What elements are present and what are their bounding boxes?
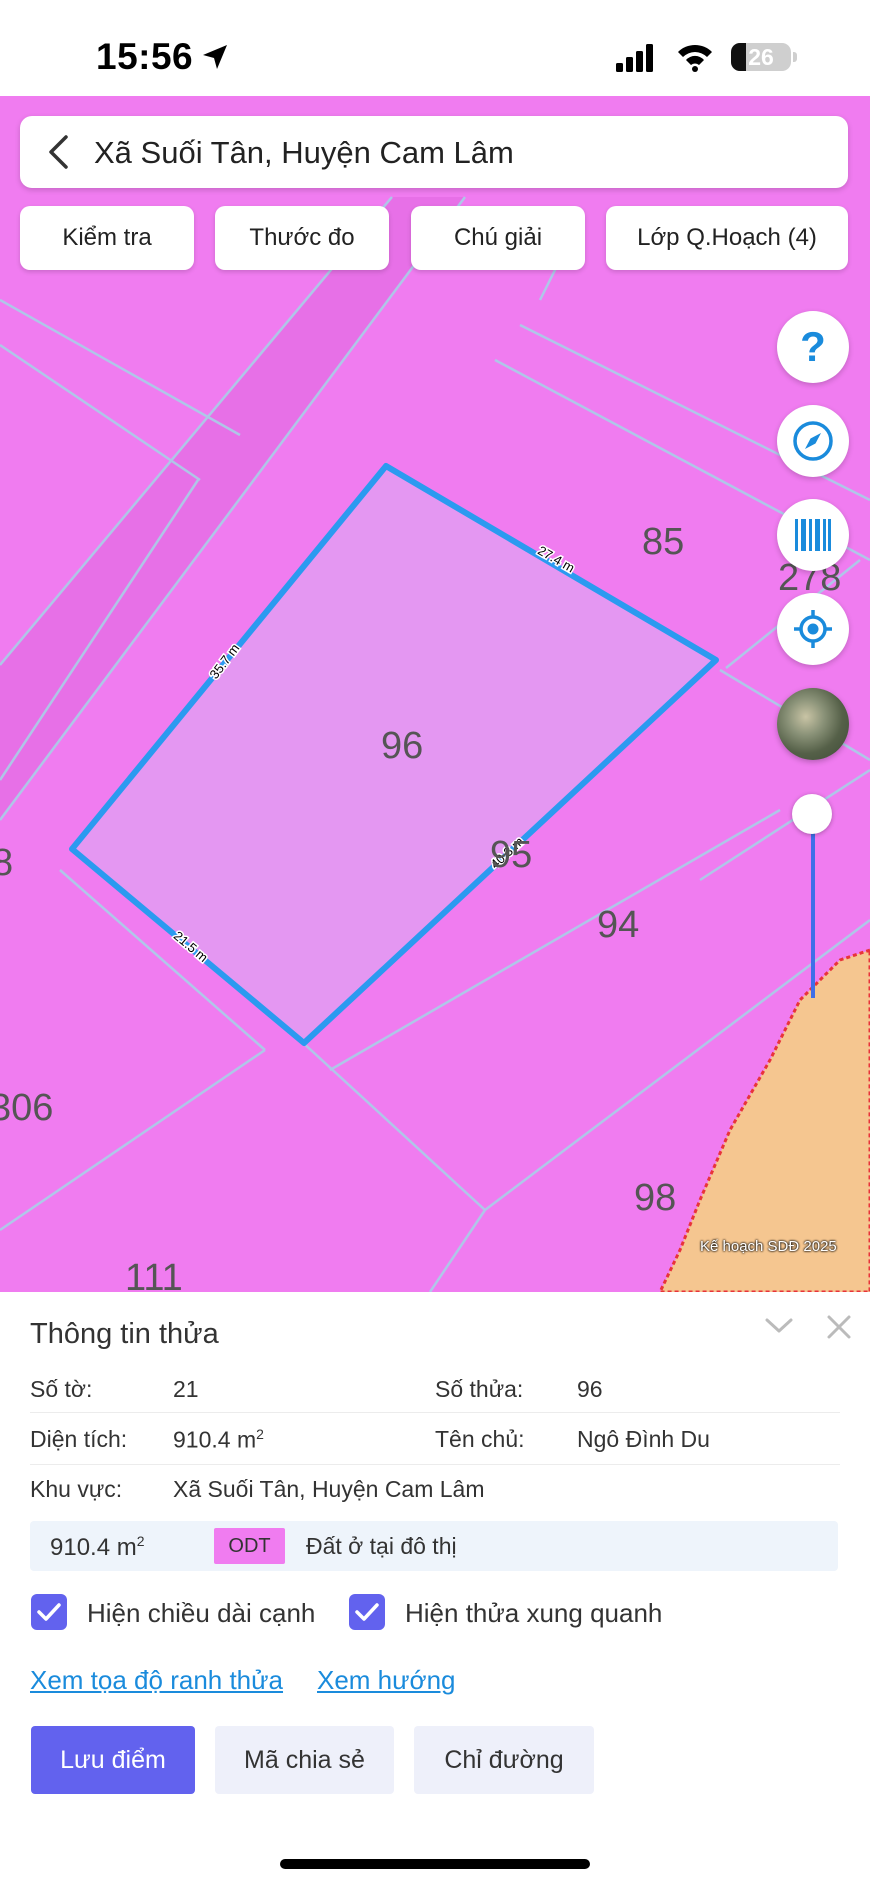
my-location-icon <box>794 610 832 648</box>
parcel-value: 96 <box>577 1376 603 1402</box>
land-use-description: Đất ở tại đô thị <box>306 1533 457 1559</box>
parcel-info-panel: Thông tin thửa Số tờ: 21 Số thửa: 96 Diệ… <box>0 1292 870 1885</box>
region-label: Khu vực: <box>30 1476 123 1502</box>
parcel-map[interactable]: 35.7 m 27.4 m 40.3 m 21.5 m 96 85 278 95… <box>0 96 870 1292</box>
status-bar: 15:56 26 <box>0 0 870 96</box>
location-title: Xã Suối Tân, Huyện Cam Lâm <box>94 135 514 170</box>
show-edge-length-label[interactable]: Hiện chiều dài cạnh <box>87 1598 315 1629</box>
owner-label: Tên chủ: <box>435 1426 525 1452</box>
location-search-bar[interactable]: Xã Suối Tân, Huyện Cam Lâm <box>20 116 848 188</box>
panel-title: Thông tin thửa <box>30 1318 219 1350</box>
map-view[interactable]: 35.7 m 27.4 m 40.3 m 21.5 m 96 85 278 95… <box>0 96 870 1292</box>
area-label: Diện tích: <box>30 1426 128 1452</box>
view-direction-link[interactable]: Xem hướng <box>317 1665 456 1696</box>
owner-value: Ngô Đình Du <box>577 1426 710 1452</box>
close-icon[interactable] <box>826 1314 852 1340</box>
map-attribution: Kế hoạch SDĐ 2025 <box>700 1238 837 1255</box>
row-divider <box>30 1412 840 1413</box>
status-time: 15:56 <box>96 36 194 77</box>
parcel-label: Số thửa: <box>435 1376 524 1402</box>
parcel-number-label: 306 <box>0 1087 53 1129</box>
land-use-row: 910.4 m2 ODT Đất ở tại đô thị <box>30 1521 838 1571</box>
directions-button[interactable]: Chỉ đường <box>414 1726 594 1794</box>
check-icon <box>355 1603 379 1621</box>
sheet-label: Số tờ: <box>30 1376 93 1402</box>
legend-button[interactable]: Chú giải <box>411 206 585 270</box>
land-use-code-badge: ODT <box>214 1528 285 1564</box>
check-icon <box>37 1603 61 1621</box>
land-use-area: 910.4 m2 <box>50 1533 145 1561</box>
satellite-layer-button[interactable] <box>777 688 849 760</box>
battery-level: 26 <box>748 44 774 70</box>
region-value: Xã Suối Tân, Huyện Cam Lâm <box>173 1476 485 1502</box>
help-icon: ? <box>800 323 826 370</box>
wifi-icon <box>678 44 712 72</box>
opacity-slider-track[interactable] <box>811 816 815 998</box>
row-divider <box>30 1464 840 1465</box>
show-neighbors-checkbox[interactable] <box>349 1594 385 1630</box>
barcode-scan-button[interactable] <box>777 499 849 571</box>
opacity-slider-thumb[interactable] <box>792 794 832 834</box>
my-location-button[interactable] <box>777 593 849 665</box>
check-button[interactable]: Kiểm tra <box>20 206 194 270</box>
parcel-number-label: 95 <box>490 834 532 876</box>
barcode-icon <box>795 519 831 551</box>
planning-layer-button[interactable]: Lớp Q.Hoạch (4) <box>606 206 848 270</box>
parcel-number-label: 8 <box>0 842 13 884</box>
parcel-number-label: 96 <box>381 725 423 767</box>
parcel-number-label: 111 <box>125 1257 183 1292</box>
cellular-signal-icon <box>616 44 653 72</box>
view-boundary-coordinates-link[interactable]: Xem tọa độ ranh thửa <box>30 1665 283 1696</box>
sheet-value: 21 <box>173 1376 199 1402</box>
home-indicator[interactable] <box>280 1859 590 1869</box>
save-point-button[interactable]: Lưu điểm <box>31 1726 195 1794</box>
parcel-number-label: 98 <box>634 1177 676 1219</box>
area-value: 910.4 m2 <box>173 1426 264 1453</box>
location-arrow-icon <box>203 45 227 69</box>
back-arrow-icon[interactable] <box>44 134 74 170</box>
compass-icon <box>793 421 833 461</box>
battery-icon: 26 <box>731 43 797 71</box>
parcel-number-label: 94 <box>597 904 639 946</box>
share-code-button[interactable]: Mã chia sẻ <box>215 1726 394 1794</box>
show-neighbors-label[interactable]: Hiện thửa xung quanh <box>405 1598 662 1629</box>
measure-button[interactable]: Thước đo <box>215 206 389 270</box>
chevron-down-icon[interactable] <box>764 1316 794 1336</box>
show-edge-length-checkbox[interactable] <box>31 1594 67 1630</box>
compass-button[interactable] <box>777 405 849 477</box>
parcel-number-label: 85 <box>642 521 684 563</box>
help-button[interactable]: ? <box>777 311 849 383</box>
